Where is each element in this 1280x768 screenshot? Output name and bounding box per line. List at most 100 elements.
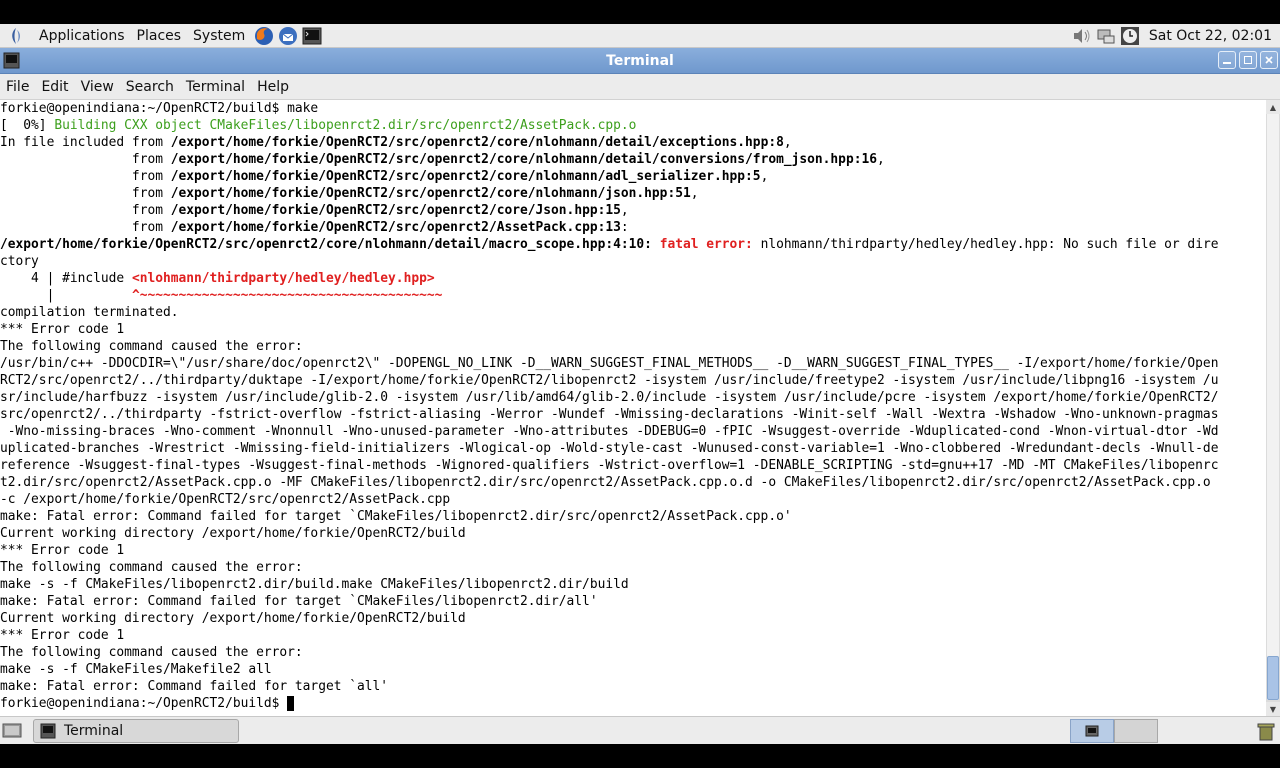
terminal-text: The following command caused the error: — [0, 645, 303, 660]
terminal-line: *** Error code 1 — [0, 321, 1266, 338]
terminal-text: ctory — [0, 254, 39, 269]
menu-help[interactable]: Help — [251, 79, 295, 95]
terminal-scrollbar[interactable]: ▲ ▼ — [1266, 100, 1280, 716]
scroll-up-arrow-icon[interactable]: ▲ — [1266, 100, 1280, 114]
terminal-output-area[interactable]: forkie@openindiana:~/OpenRCT2/build$ mak… — [0, 100, 1266, 716]
openindiana-logo-icon[interactable] — [7, 27, 25, 45]
close-button[interactable] — [1260, 51, 1278, 69]
terminal-line: uplicated-branches -Wrestrict -Wmissing-… — [0, 440, 1266, 457]
terminal-text: uplicated-branches -Wrestrict -Wmissing-… — [0, 441, 1219, 456]
terminal-text: -c /export/home/forkie/OpenRCT2/src/open… — [0, 492, 451, 507]
clock-icon — [1119, 25, 1141, 47]
menu-terminal[interactable]: Terminal — [180, 79, 251, 95]
terminal-text: , — [690, 186, 699, 201]
terminal-line: /export/home/forkie/OpenRCT2/src/openrct… — [0, 236, 1266, 253]
panel-clock[interactable]: Sat Oct 22, 02:01 — [1143, 28, 1280, 44]
terminal-text: *** Error code 1 — [0, 628, 125, 643]
terminal-text: fatal error: — [659, 237, 753, 252]
menu-search[interactable]: Search — [120, 79, 180, 95]
terminal-text: The following command caused the error: — [0, 339, 303, 354]
terminal-text: /usr/bin/c++ -DDOCDIR=\"/usr/share/doc/o… — [0, 356, 1219, 371]
workspace-switcher-1[interactable] — [1070, 719, 1114, 743]
terminal-line: from /export/home/forkie/OpenRCT2/src/op… — [0, 151, 1266, 168]
scrollbar-track[interactable] — [1267, 114, 1279, 700]
terminal-line: The following command caused the error: — [0, 338, 1266, 355]
terminal-text: from — [0, 203, 171, 218]
volume-icon[interactable] — [1071, 25, 1093, 47]
terminal-line: make -s -f CMakeFiles/Makefile2 all — [0, 661, 1266, 678]
terminal-launcher-icon[interactable] — [301, 25, 323, 47]
terminal-line: from /export/home/forkie/OpenRCT2/src/op… — [0, 185, 1266, 202]
terminal-line: forkie@openindiana:~/OpenRCT2/build$ — [0, 695, 1266, 712]
places-menu[interactable]: Places — [131, 25, 188, 47]
terminal-text: forkie@openindiana:~/OpenRCT2/build$ — [0, 696, 288, 711]
menu-file[interactable]: File — [0, 79, 35, 95]
terminal-text: Current working directory /export/home/f… — [0, 611, 466, 626]
terminal-text: -Wno-missing-braces -Wno-comment -Wnonnu… — [0, 424, 1219, 439]
top-panel: Applications Places System Sat Oct 22, 0… — [0, 24, 1280, 48]
taskbar-terminal-button[interactable]: Terminal — [33, 719, 239, 743]
terminal-line: 4 | #include <nlohmann/thirdparty/hedley… — [0, 270, 1266, 287]
terminal-line: Current working directory /export/home/f… — [0, 610, 1266, 627]
thunderbird-icon[interactable] — [277, 25, 299, 47]
terminal-text: from — [0, 169, 171, 184]
terminal-line: -c /export/home/forkie/OpenRCT2/src/open… — [0, 491, 1266, 508]
screen-letterbox-top — [0, 0, 1280, 24]
terminal-line: In file included from /export/home/forki… — [0, 134, 1266, 151]
workspace-switcher-2[interactable] — [1114, 719, 1158, 743]
trash-icon[interactable] — [1256, 721, 1276, 741]
show-desktop-icon[interactable] — [2, 722, 22, 740]
terminal-text: make -s -f CMakeFiles/Makefile2 all — [0, 662, 272, 677]
minimize-button[interactable] — [1218, 51, 1236, 69]
bottom-panel: Terminal — [0, 716, 1280, 744]
terminal-text: , — [620, 203, 629, 218]
terminal-line: make: Fatal error: Command failed for ta… — [0, 593, 1266, 610]
firefox-icon[interactable] — [253, 25, 275, 47]
applications-menu[interactable]: Applications — [33, 25, 131, 47]
terminal-text: make: Fatal error: Command failed for ta… — [0, 679, 389, 694]
terminal-line: t2.dir/src/openrct2/AssetPack.cpp.o -MF … — [0, 474, 1266, 491]
terminal-line: from /export/home/forkie/OpenRCT2/src/op… — [0, 219, 1266, 236]
terminal-cursor — [287, 696, 295, 711]
terminal-line: Current working directory /export/home/f… — [0, 525, 1266, 542]
window-terminal-icon[interactable] — [3, 52, 20, 69]
terminal-text: /export/home/forkie/OpenRCT2/src/openrct… — [170, 186, 691, 201]
terminal-text: sr/include/harfbuzz -isystem /usr/includ… — [0, 390, 1219, 405]
menu-edit[interactable]: Edit — [35, 79, 74, 95]
terminal-text: compilation terminated. — [0, 305, 179, 320]
terminal-line: sr/include/harfbuzz -isystem /usr/includ… — [0, 389, 1266, 406]
terminal-line: /usr/bin/c++ -DDOCDIR=\"/usr/share/doc/o… — [0, 355, 1266, 372]
terminal-line: -Wno-missing-braces -Wno-comment -Wnonnu… — [0, 423, 1266, 440]
terminal-line: [ 0%] Building CXX object CMakeFiles/lib… — [0, 117, 1266, 134]
terminal-text: /export/home/forkie/OpenRCT2/src/openrct… — [0, 237, 652, 252]
terminal-text: ^~~~~~~~~~~~~~~~~~~~~~~~~~~~~~~~~~~~~~~~ — [131, 288, 443, 303]
terminal-text: : — [620, 220, 629, 235]
terminal-text: In file included from — [0, 135, 171, 150]
taskbar-terminal-label: Terminal — [64, 723, 124, 739]
network-icon[interactable] — [1095, 25, 1117, 47]
taskbar-terminal-icon — [40, 723, 56, 739]
terminal-text: /export/home/forkie/OpenRCT2/src/openrct… — [170, 135, 784, 150]
terminal-line: from /export/home/forkie/OpenRCT2/src/op… — [0, 202, 1266, 219]
terminal-text: from — [0, 186, 171, 201]
terminal-text: nlohmann/thirdparty/hedley/hedley.hpp: N… — [752, 237, 1219, 252]
terminal-text: from — [0, 220, 171, 235]
scroll-down-arrow-icon[interactable]: ▼ — [1266, 702, 1280, 716]
terminal-text: /export/home/forkie/OpenRCT2/src/openrct… — [170, 152, 877, 167]
maximize-button[interactable] — [1239, 51, 1257, 69]
system-menu[interactable]: System — [187, 25, 251, 47]
terminal-text: | — [0, 288, 132, 303]
terminal-line: reference -Wsuggest-final-types -Wsugges… — [0, 457, 1266, 474]
terminal-text: forkie@openindiana:~/OpenRCT2/build$ mak… — [0, 101, 319, 116]
terminal-line: make: Fatal error: Command failed for ta… — [0, 508, 1266, 525]
terminal-text: /export/home/forkie/OpenRCT2/src/openrct… — [170, 203, 621, 218]
menu-view[interactable]: View — [75, 79, 120, 95]
screen-letterbox-bottom — [0, 744, 1280, 768]
terminal-text: [ 0%] — [0, 118, 55, 133]
scrollbar-thumb[interactable] — [1267, 656, 1279, 700]
terminal-text: src/openrct2/../thirdparty -fstrict-over… — [0, 407, 1219, 422]
window-titlebar[interactable]: Terminal — [0, 48, 1280, 74]
terminal-text: make: Fatal error: Command failed for ta… — [0, 509, 792, 524]
terminal-line: forkie@openindiana:~/OpenRCT2/build$ mak… — [0, 100, 1266, 117]
terminal-output[interactable]: forkie@openindiana:~/OpenRCT2/build$ mak… — [0, 100, 1266, 712]
